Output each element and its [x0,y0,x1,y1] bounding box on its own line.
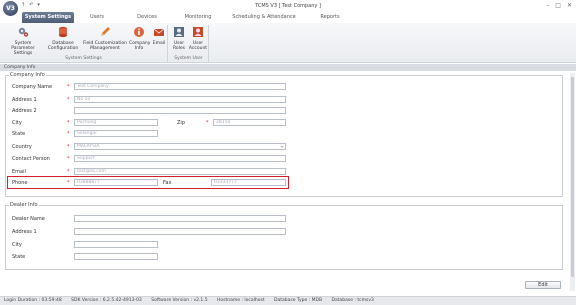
dealer-name-field[interactable] [74,215,286,222]
minimize-icon[interactable]: – [546,2,549,9]
dealer-address1-label: Address 1 [12,229,37,235]
maximize-icon[interactable]: □ [555,2,561,9]
user-account-icon [193,27,203,37]
address2-field[interactable] [74,107,286,114]
ribbon-tabs: System Settings Users Devices Monitoring… [0,12,576,23]
tab-reports[interactable]: Reports [315,12,345,23]
status-hostname: Hostname : localhost [217,298,265,303]
system-parameter-settings-button[interactable]: System Parameter Settings [3,26,43,56]
state-field[interactable]: Selangor [74,130,158,137]
tab-system-settings[interactable]: System Settings [22,12,74,23]
tab-users[interactable]: Users [82,12,112,23]
content-panel: Company Info Company Name * Test Company… [3,71,569,293]
phone-fax-highlight [7,176,289,189]
database-icon [59,26,67,38]
required-mark: * [67,156,70,162]
contact-person-label: Contact Person [12,156,50,162]
required-mark: * [67,144,70,150]
scrollbar-thumb[interactable] [571,77,574,277]
contact-person-field[interactable]: Support [74,155,286,162]
required-mark: * [67,97,70,103]
app-logo[interactable]: V3 [3,1,18,16]
field-customization-management-button[interactable]: Field Customization Management [82,26,128,51]
vertical-scrollbar[interactable] [570,73,575,291]
email-icon [153,28,165,36]
company-info-group-title: Company Info [9,72,46,78]
edit-button[interactable]: Edit [525,281,561,289]
email-label: Email [12,169,26,175]
title-bar: V3 ↑ ↶ ▾ TCMS V3 [ Test Company ] – □ ✕ [0,0,576,16]
user-account-button[interactable]: User Account [188,26,208,51]
pencil-icon [101,27,110,36]
status-sdk-version: SDK Version : 6.2.5.42-4913-03 [71,298,142,303]
ribbon-button-label: System Parameter [11,41,35,51]
required-mark: * [67,84,70,90]
required-mark: * [67,169,70,175]
ribbon-button-label: Configuration [47,46,79,51]
ribbon: System Parameter Settings Database Confi… [0,23,576,63]
dealer-name-label: Dealer Name [12,216,45,222]
dealer-city-field[interactable] [74,241,158,248]
ribbon-button-label: Info [134,46,144,51]
zip-label: Zip [177,120,185,126]
required-mark: * [67,120,70,126]
address2-label: Address 2 [12,108,37,114]
address1-field[interactable]: No 10 [74,96,286,103]
ribbon-group-system-user: User Roles User Account System User [169,25,209,62]
company-info-button[interactable]: Company Info [129,26,150,51]
email-button[interactable]: Email [151,26,167,46]
tab-monitoring[interactable]: Monitoring [180,12,216,23]
user-roles-button[interactable]: User Roles [171,26,187,51]
ribbon-group-label: System Settings [65,56,102,61]
address1-label: Address 1 [12,97,37,103]
status-database: Database : tcmsv3 [331,298,374,303]
dealer-address1-field[interactable] [74,228,286,235]
section-header: Company Info [0,64,576,71]
status-database-type: Database Type : MDB [274,298,323,303]
state-label: State [12,131,26,137]
ribbon-button-label: Management [90,46,120,51]
status-bar: Login Duration : 03:59:48 SDK Version : … [0,296,576,305]
tab-scheduling-attendance[interactable]: Scheduling & Attendance [228,12,300,23]
country-select-value: MALAYSIA [77,144,100,149]
dealer-info-group-title: Dealer Info [9,202,39,208]
country-select[interactable]: MALAYSIA ▾ [74,143,286,150]
status-software-version: Software Version : v2.1.5 [151,298,208,303]
city-field[interactable]: Puchong [74,119,158,126]
status-login-duration: Login Duration : 03:59:48 [4,298,62,303]
dealer-city-label: City [12,242,22,248]
company-name-field[interactable]: Test Company [74,83,286,90]
chevron-down-icon[interactable]: ▾ [281,144,283,149]
dealer-state-field[interactable] [74,253,158,260]
required-mark: * [206,120,209,126]
ribbon-button-label: Account [188,46,208,51]
window-controls: – □ ✕ [546,2,572,9]
database-configuration-button[interactable]: Database Configuration [46,26,80,51]
ribbon-button-label: Roles [172,46,186,51]
gears-icon [18,27,29,37]
email-field[interactable]: test@ss.com [74,168,286,175]
country-label: Country [12,144,32,150]
window-title: TCMS V3 [ Test Company ] [255,3,321,9]
user-roles-icon [174,27,184,37]
tab-devices[interactable]: Devices [130,12,164,23]
required-mark: * [67,131,70,137]
zip-field[interactable]: 28150 [213,119,286,126]
city-label: City [12,120,22,126]
company-name-label: Company Name [12,84,53,90]
ribbon-group-label: System User [174,56,203,61]
company-info-icon [134,27,144,37]
ribbon-button-label: Email [152,41,166,46]
dealer-state-label: State [12,254,26,260]
close-icon[interactable]: ✕ [567,2,572,9]
ribbon-group-system-settings: System Parameter Settings Database Confi… [0,25,168,62]
